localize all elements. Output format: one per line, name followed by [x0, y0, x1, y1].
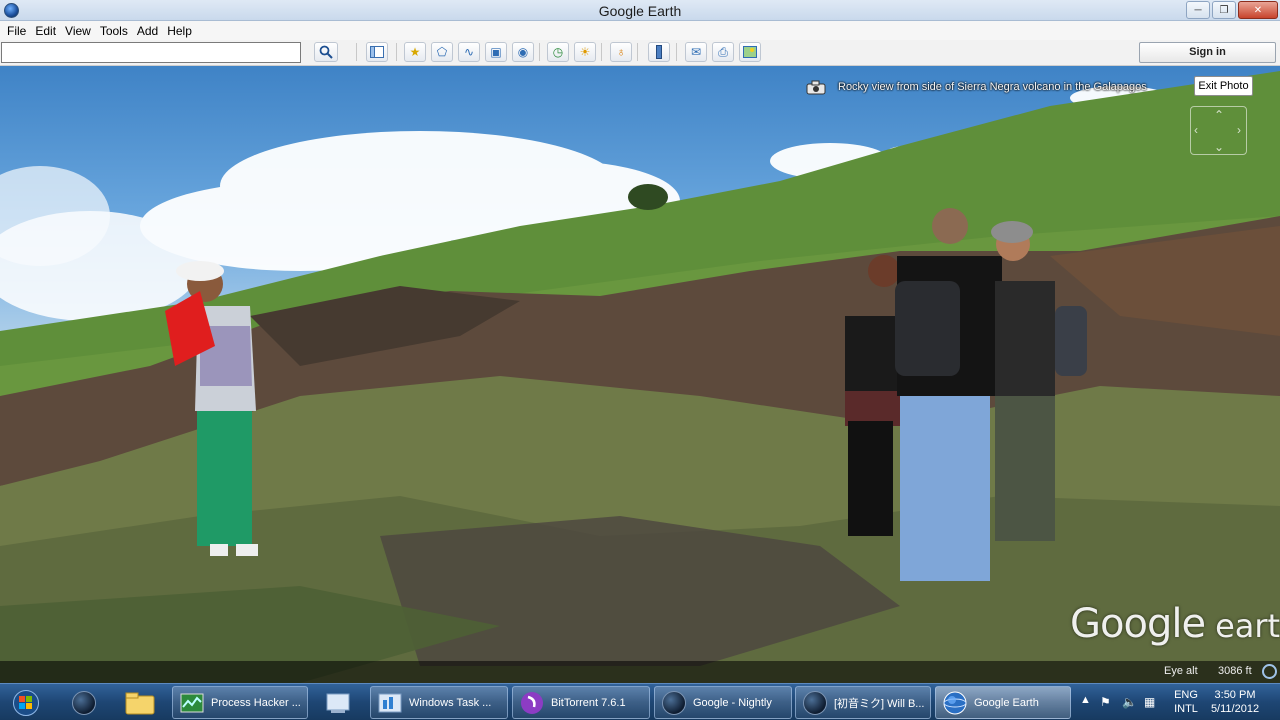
task-media-player[interactable]: [初音ミク] Will B...	[795, 686, 931, 719]
taskbar: Process Hacker ... Windows Task ... BitT…	[0, 683, 1280, 720]
placemark-icon[interactable]: ★	[404, 42, 426, 62]
window-title: Google Earth	[598, 3, 682, 19]
image-overlay-icon[interactable]: ▣	[485, 42, 507, 62]
galapagos-photo	[0, 71, 1280, 683]
toolbar-separator	[601, 43, 602, 61]
menu-help[interactable]: Help	[164, 24, 198, 38]
maximize-icon[interactable]: ❐	[1212, 1, 1236, 19]
photo-viewport[interactable]: Rocky view from side of Sierra Negra vol…	[0, 66, 1280, 683]
language-indicator[interactable]: ENG INTL	[1174, 688, 1198, 716]
task-google-earth[interactable]: Google Earth	[935, 686, 1071, 719]
minimize-icon[interactable]: ─	[1186, 1, 1210, 19]
media-player-icon	[802, 690, 828, 716]
pan-left-icon[interactable]: ‹	[1194, 124, 1198, 136]
task-windows-task-manager[interactable]: Windows Task ...	[370, 686, 508, 719]
language-code: ENG	[1174, 689, 1198, 701]
process-hacker-icon	[179, 690, 205, 716]
network-icon[interactable]: ▦	[1144, 695, 1155, 709]
pinned-explorer-icon[interactable]	[114, 686, 166, 719]
print-icon[interactable]: ⎙	[712, 42, 734, 62]
person-man-backpack	[895, 208, 1002, 581]
keyboard-layout: INTL	[1174, 703, 1198, 715]
logo-google-text: Google	[1070, 601, 1206, 647]
menu-file[interactable]: File	[4, 24, 32, 38]
toolbar-separator	[396, 43, 397, 61]
close-icon[interactable]: ✕	[1238, 1, 1278, 19]
google-earth-logo: Googleearth	[1070, 601, 1280, 647]
toolbar-separator	[637, 43, 638, 61]
email-icon[interactable]: ✉	[685, 42, 707, 62]
sunlight-icon[interactable]: ☀	[574, 42, 596, 62]
sign-in-button[interactable]: Sign in	[1139, 42, 1276, 63]
historical-imagery-icon[interactable]: ◷	[547, 42, 569, 62]
bittorrent-icon	[519, 690, 545, 716]
windows-start-icon[interactable]	[6, 686, 46, 719]
task-manager-icon	[377, 690, 403, 716]
task-label: BitTorrent 7.6.1	[551, 696, 626, 709]
system-tray: ▲ ⚑ 🔈 ▦ ENG INTL 3:50 PM 5/11/2012	[1074, 684, 1280, 720]
menu-add[interactable]: Add	[134, 24, 164, 38]
logo-earth-text: earth	[1215, 607, 1280, 645]
pinned-remote-icon[interactable]	[312, 686, 364, 719]
google-earth-icon	[942, 690, 968, 716]
toolbar-separator	[539, 43, 540, 61]
volume-icon[interactable]: 🔈	[1122, 695, 1137, 709]
toolbar: ★ ⬠ ∿ ▣ ◉ ◷ ☀ ♁ ✉ ⎙ Sign in	[0, 40, 1280, 66]
toolbar-separator	[356, 43, 357, 61]
pan-up-icon[interactable]: ⌃	[1214, 109, 1224, 121]
ruler-icon[interactable]	[648, 42, 670, 62]
photo-caption: Rocky view from side of Sierra Negra vol…	[806, 78, 1147, 96]
task-label: Google Earth	[974, 696, 1039, 709]
pinned-globe-icon[interactable]	[58, 686, 110, 719]
tree	[628, 184, 668, 210]
polygon-icon[interactable]: ⬠	[431, 42, 453, 62]
menu-view[interactable]: View	[62, 24, 97, 38]
menu-bar: File Edit View Tools Add Help	[0, 21, 1280, 40]
search-input[interactable]	[1, 42, 301, 63]
task-label: Google - Nightly	[693, 696, 772, 709]
window-controls: ─ ❐ ✕	[1186, 0, 1280, 20]
task-label: Windows Task ...	[409, 696, 492, 709]
task-label: Process Hacker ...	[211, 696, 301, 709]
sidebar-toggle-icon[interactable]	[366, 42, 388, 62]
planets-icon[interactable]: ♁	[610, 42, 632, 62]
eye-alt-value: 3086 ft	[1218, 665, 1252, 677]
pan-down-icon[interactable]: ⌄	[1214, 141, 1224, 153]
path-icon[interactable]: ∿	[458, 42, 480, 62]
show-hidden-icons-icon[interactable]: ▲	[1080, 694, 1091, 706]
camera-icon	[806, 80, 826, 95]
title-bar: Google Earth ─ ❐ ✕	[0, 0, 1280, 21]
clock[interactable]: 3:50 PM 5/11/2012	[1204, 688, 1266, 716]
navigation-control[interactable]: ⌃ ⌄ ‹ ›	[1190, 106, 1247, 155]
search-icon[interactable]	[314, 42, 338, 62]
task-label: [初音ミク] Will B...	[834, 697, 925, 710]
toolbar-separator	[676, 43, 677, 61]
firefox-nightly-icon	[661, 690, 687, 716]
save-image-icon[interactable]	[739, 42, 761, 62]
record-tour-icon[interactable]: ◉	[512, 42, 534, 62]
task-firefox-nightly[interactable]: Google - Nightly	[654, 686, 792, 719]
photo-caption-text: Rocky view from side of Sierra Negra vol…	[838, 81, 1147, 93]
task-bittorrent[interactable]: BitTorrent 7.6.1	[512, 686, 650, 719]
exit-photo-button[interactable]: Exit Photo	[1194, 76, 1253, 96]
pan-right-icon[interactable]: ›	[1237, 124, 1241, 136]
task-process-hacker[interactable]: Process Hacker ...	[172, 686, 308, 719]
clock-time: 3:50 PM	[1214, 689, 1256, 701]
menu-edit[interactable]: Edit	[32, 24, 62, 38]
action-center-flag-icon[interactable]: ⚑	[1100, 695, 1111, 709]
menu-tools[interactable]: Tools	[97, 24, 134, 38]
status-bar: Eye alt 3086 ft	[0, 661, 1280, 683]
streaming-status-icon	[1262, 664, 1277, 679]
eye-alt-label: Eye alt	[1164, 665, 1198, 677]
clock-date: 5/11/2012	[1210, 703, 1260, 715]
